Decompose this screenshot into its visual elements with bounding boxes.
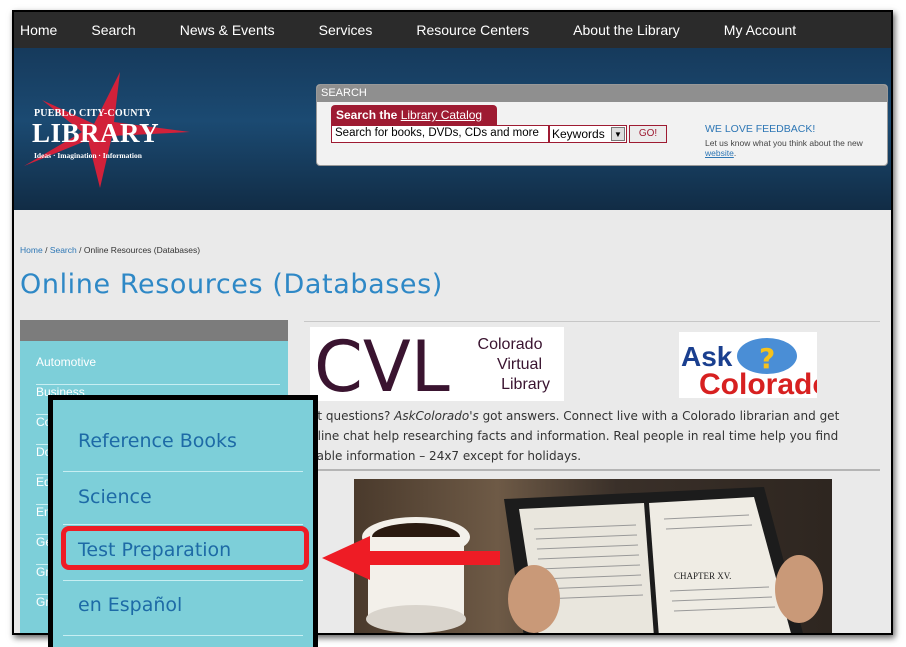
divider	[63, 580, 303, 581]
website-link[interactable]: website	[705, 148, 734, 158]
search-type-value: Keywords	[552, 127, 605, 141]
description-text: got answers. Connect live with a Colorad…	[478, 409, 840, 423]
cvl-line3: Library	[501, 376, 550, 393]
ask-colorado-graphic: ? Ask Colorado	[681, 338, 831, 401]
sidebar-item-label: Automotive	[36, 355, 97, 369]
feedback-end: .	[733, 148, 737, 158]
search-input[interactable]: Search for books, DVDs, CDs and more	[331, 125, 549, 143]
highlight-box	[61, 526, 309, 570]
breadcrumb-separator: /	[45, 245, 48, 255]
divider	[63, 635, 303, 636]
description-line3: liable information – 24x7 except for hol…	[310, 449, 582, 463]
pointer-arrow-icon	[322, 536, 500, 580]
cvl-mark: CVL	[314, 327, 450, 401]
ask-colorado-description: ot questions? AskColorado's got answers.…	[310, 406, 880, 466]
catalog-search-tab[interactable]: Search the Library Catalog	[331, 105, 497, 125]
description-text: ot questions?	[310, 409, 395, 423]
nav-my-account[interactable]: My Account	[714, 22, 806, 38]
nav-services[interactable]: Services	[309, 22, 383, 38]
ask-colorado-logo[interactable]: ? Ask Colorado	[679, 332, 831, 401]
sidebar-item-science[interactable]: Science	[78, 486, 152, 508]
nav-news-events[interactable]: News & Events	[170, 22, 285, 38]
sidebar-item-en-espanol[interactable]: en Español	[78, 594, 182, 616]
nav-about-library[interactable]: About the Library	[563, 22, 690, 38]
divider	[310, 469, 880, 471]
feedback-body: Let us know what you think about the new	[705, 138, 863, 148]
breadcrumb-search[interactable]: Search	[50, 245, 77, 255]
logo-line2: LIBRARY	[32, 118, 160, 148]
logo-tagline: Ideas · Imagination · Information	[34, 151, 142, 160]
sidebar-item-automotive[interactable]: Automotive	[36, 355, 280, 385]
search-type-select[interactable]: Keywords ▼	[549, 125, 627, 143]
go-button[interactable]: GO!	[629, 125, 667, 143]
breadcrumb-home[interactable]: Home	[20, 245, 43, 255]
cvl-line1: Colorado	[478, 336, 543, 353]
breadcrumb-current: Online Resources (Databases)	[83, 245, 201, 255]
feedback-text: Let us know what you think about the new…	[705, 138, 875, 158]
breadcrumb-separator: /	[79, 245, 82, 255]
feedback-title[interactable]: WE LOVE FEEDBACK!	[705, 123, 815, 135]
library-catalog-link[interactable]: Library Catalog	[401, 108, 482, 122]
description-line1: ot questions? AskColorado's got answers.…	[310, 406, 880, 426]
cvl-line2: Virtual	[497, 356, 542, 373]
description-italic: AskColorado's	[394, 409, 479, 423]
search-panel: SEARCH Search the Library Catalog Search…	[316, 84, 888, 166]
site-header: PUEBLO CITY-COUNTY LIBRARY Ideas · Imagi…	[14, 48, 891, 210]
library-logo[interactable]: PUEBLO CITY-COUNTY LIBRARY Ideas · Imagi…	[22, 70, 192, 190]
divider	[63, 471, 303, 472]
nav-home[interactable]: Home	[14, 22, 67, 38]
dropdown-arrow-icon: ▼	[611, 127, 625, 141]
breadcrumb: Home / Search / Online Resources (Databa…	[20, 245, 200, 255]
sidebar-header	[20, 320, 288, 341]
top-navigation: Home Search News & Events Services Resou…	[14, 12, 891, 48]
description-line2: nline chat help researching facts and in…	[310, 429, 839, 443]
divider	[63, 524, 303, 525]
colorado-virtual-library-logo[interactable]: CVL Colorado Virtual Library	[310, 326, 564, 408]
cvl-logo-graphic: CVL Colorado Virtual Library	[314, 326, 550, 408]
zoom-callout: Reference Books Science Test Preparation…	[48, 395, 318, 647]
divider	[304, 321, 880, 322]
catalog-tab-prefix: Search the	[336, 108, 401, 122]
book-chapter-heading: CHAPTER XV.	[674, 571, 731, 581]
sidebar-item-reference-books[interactable]: Reference Books	[78, 430, 237, 452]
nav-search[interactable]: Search	[81, 22, 145, 38]
nav-resource-centers[interactable]: Resource Centers	[406, 22, 539, 38]
page-title: Online Resources (Databases)	[20, 269, 443, 300]
ask-line2: Colorado	[699, 368, 817, 398]
search-panel-title: SEARCH	[317, 85, 887, 102]
